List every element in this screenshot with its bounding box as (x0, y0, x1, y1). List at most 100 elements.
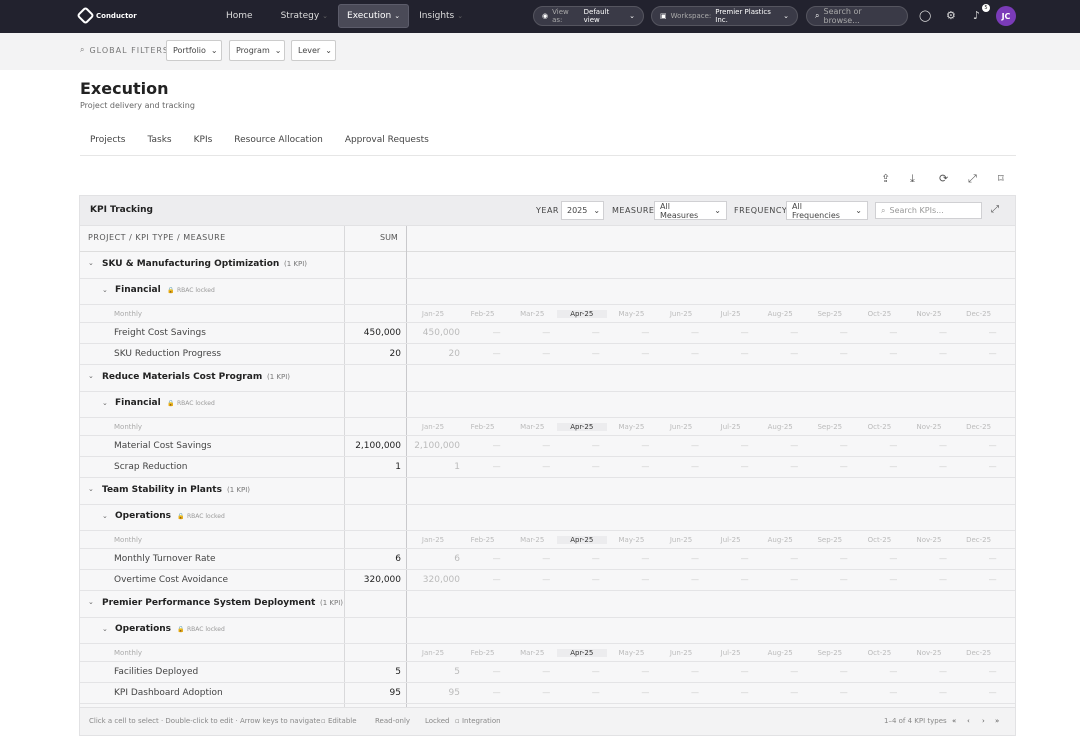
empty-cell[interactable]: — (592, 688, 602, 697)
kpi-cell[interactable]: 6 (404, 554, 460, 564)
empty-cell[interactable]: — (889, 667, 899, 676)
empty-cell[interactable]: — (741, 462, 751, 471)
gear-icon[interactable]: ⚙ (946, 9, 956, 22)
empty-cell[interactable]: — (741, 349, 751, 358)
kpi-cell[interactable]: 320,000 (404, 575, 460, 585)
kpi-cell[interactable]: 2,100,000 (404, 441, 460, 451)
tab-projects[interactable]: Projects (80, 130, 135, 155)
empty-cell[interactable]: — (939, 688, 949, 697)
kpi-type-row[interactable]: ⌄ Financial 🔒 RBAC locked (80, 279, 1015, 305)
prev-page-icon[interactable]: ‹ (967, 717, 970, 725)
empty-cell[interactable]: — (641, 349, 651, 358)
download-icon[interactable]: ⤓ (910, 172, 915, 186)
kpi-type-row[interactable]: ⌄ Operations 🔒 RBAC locked (80, 505, 1015, 531)
empty-cell[interactable]: — (939, 349, 949, 358)
empty-cell[interactable]: — (840, 462, 850, 471)
chevron-down-icon[interactable]: ⌄ (88, 485, 94, 493)
chevron-down-icon[interactable]: ⌄ (102, 625, 108, 633)
empty-cell[interactable]: — (691, 688, 701, 697)
empty-cell[interactable]: — (741, 575, 751, 584)
empty-cell[interactable]: — (790, 328, 800, 337)
empty-cell[interactable]: — (691, 554, 701, 563)
empty-cell[interactable]: — (493, 575, 503, 584)
frequency-select[interactable]: All Frequencies ⌄ (786, 201, 868, 220)
empty-cell[interactable]: — (989, 575, 999, 584)
tab-kpis[interactable]: KPIs (184, 130, 223, 155)
kpi-type-row[interactable]: ⌄ Operations 🔒 RBAC locked (80, 618, 1015, 644)
empty-cell[interactable]: — (790, 667, 800, 676)
kpi-row[interactable]: Facilities Deployed 5 5 — — — — — — — — — — — (80, 662, 1015, 683)
filter-portfolio[interactable]: Portfolio ⌄ (166, 40, 222, 61)
empty-cell[interactable]: — (493, 667, 503, 676)
empty-cell[interactable]: — (889, 688, 899, 697)
empty-cell[interactable]: — (542, 349, 552, 358)
empty-cell[interactable]: — (790, 554, 800, 563)
last-page-icon[interactable]: » (995, 717, 999, 725)
empty-cell[interactable]: — (790, 462, 800, 471)
project-row[interactable]: ⌄ Team Stability in Plants (1 KPI) (80, 478, 1015, 505)
empty-cell[interactable]: — (592, 575, 602, 584)
empty-cell[interactable]: — (939, 575, 949, 584)
empty-cell[interactable]: — (691, 575, 701, 584)
nav-insights[interactable]: Insights ⌄ (411, 4, 471, 28)
empty-cell[interactable]: — (542, 441, 552, 450)
chevron-down-icon[interactable]: ⌄ (88, 598, 94, 606)
upload-icon[interactable]: ⇪ (881, 172, 890, 185)
empty-cell[interactable]: — (989, 688, 999, 697)
nav-strategy[interactable]: Strategy ⌄ (273, 4, 336, 28)
empty-cell[interactable]: — (741, 441, 751, 450)
empty-cell[interactable]: — (592, 349, 602, 358)
kpi-row[interactable]: Monthly Turnover Rate 6 6 — — — — — — — — — — — (80, 549, 1015, 570)
bookmark-icon[interactable]: ⌑ (998, 172, 1004, 185)
empty-cell[interactable]: — (989, 328, 999, 337)
empty-cell[interactable]: — (989, 667, 999, 676)
empty-cell[interactable]: — (741, 688, 751, 697)
empty-cell[interactable]: — (889, 441, 899, 450)
kpi-search-input[interactable]: ⌕ Search KPIs... (875, 202, 982, 219)
empty-cell[interactable]: — (889, 462, 899, 471)
kpi-row[interactable]: Freight Cost Savings 450,000 450,000 — — — — — —… (80, 323, 1015, 344)
empty-cell[interactable]: — (691, 441, 701, 450)
expand-icon[interactable]: ⤢ (968, 172, 977, 186)
year-select[interactable]: 2025 ⌄ (561, 201, 604, 220)
empty-cell[interactable]: — (592, 667, 602, 676)
nav-home[interactable]: Home (218, 4, 261, 28)
tab-tasks[interactable]: Tasks (137, 130, 181, 155)
empty-cell[interactable]: — (840, 667, 850, 676)
app-logo[interactable]: Conductor (76, 6, 137, 25)
measure-select[interactable]: All Measures ⌄ (654, 201, 727, 220)
empty-cell[interactable]: — (641, 554, 651, 563)
empty-cell[interactable]: — (691, 328, 701, 337)
global-search[interactable]: ⌕ Search or browse... (806, 6, 908, 26)
tab-approval-requests[interactable]: Approval Requests (335, 130, 439, 155)
project-row[interactable]: ⌄ Premier Performance System Deployment (1… (80, 591, 1015, 618)
empty-cell[interactable]: — (641, 441, 651, 450)
empty-cell[interactable]: — (741, 667, 751, 676)
empty-cell[interactable]: — (889, 328, 899, 337)
empty-cell[interactable]: — (840, 575, 850, 584)
chevron-down-icon[interactable]: ⌄ (102, 399, 108, 407)
kpi-row[interactable]: KPI Dashboard Adoption 95 95 — — — — — — — — — — — (80, 683, 1015, 704)
empty-cell[interactable]: — (542, 328, 552, 337)
empty-cell[interactable]: — (790, 575, 800, 584)
kpi-cell[interactable]: 95 (404, 688, 460, 698)
empty-cell[interactable]: — (493, 462, 503, 471)
workspace-select[interactable]: ▣ Workspace: Premier Plastics Inc. ⌄ (651, 6, 798, 26)
empty-cell[interactable]: — (641, 667, 651, 676)
filter-program[interactable]: Program ⌄ (229, 40, 285, 61)
empty-cell[interactable]: — (989, 462, 999, 471)
empty-cell[interactable]: — (641, 328, 651, 337)
kpi-cell[interactable]: 5 (404, 667, 460, 677)
tab-resource-allocation[interactable]: Resource Allocation (224, 130, 333, 155)
next-page-icon[interactable]: › (982, 717, 985, 725)
empty-cell[interactable]: — (840, 688, 850, 697)
empty-cell[interactable]: — (493, 349, 503, 358)
chevron-down-icon[interactable]: ⌄ (102, 512, 108, 520)
empty-cell[interactable]: — (542, 575, 552, 584)
empty-cell[interactable]: — (641, 575, 651, 584)
kpi-cell[interactable]: 20 (404, 349, 460, 359)
empty-cell[interactable]: — (939, 462, 949, 471)
empty-cell[interactable]: — (741, 328, 751, 337)
chevron-down-icon[interactable]: ⌄ (88, 372, 94, 380)
refresh-icon[interactable]: ⟳ (939, 172, 948, 185)
